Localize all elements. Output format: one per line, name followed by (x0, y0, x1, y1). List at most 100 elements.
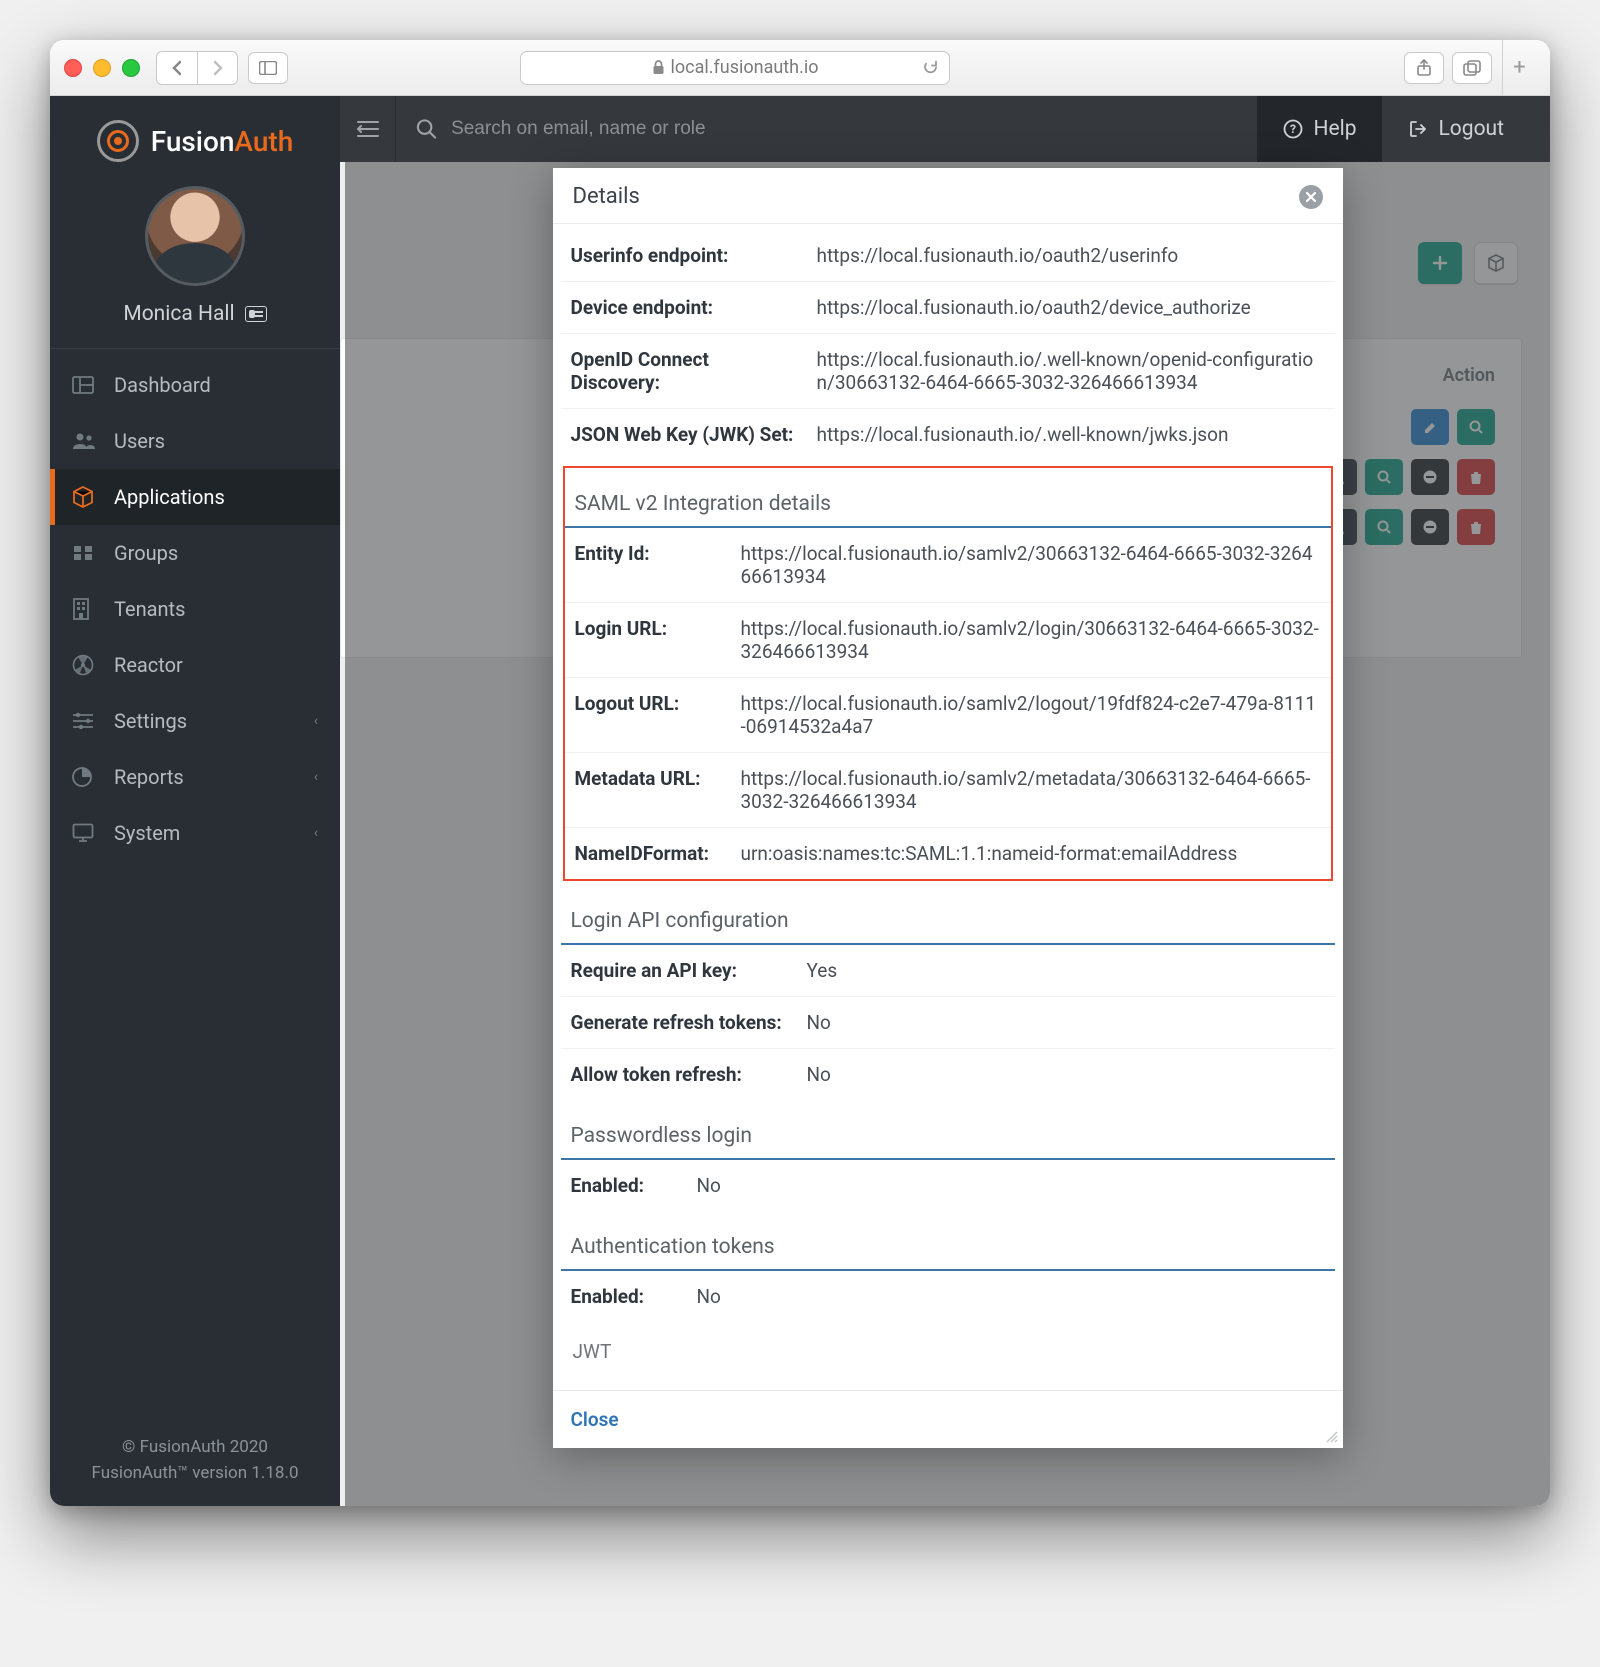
chevron-left-icon: ‹ (314, 713, 318, 729)
kv-value: https://local.fusionauth.io/.well-known/… (817, 423, 1325, 446)
refresh-button[interactable] (922, 59, 939, 76)
side-nav: DashboardUsersApplicationsGroupsTenantsR… (50, 349, 340, 1419)
sidebar-item-reports[interactable]: Reports ‹ (50, 749, 340, 805)
sidebar-item-label: System (114, 821, 180, 845)
kv-value: No (697, 1174, 1325, 1197)
kv-row: OpenID Connect Discovery:https://local.f… (561, 334, 1335, 409)
kv-row: JSON Web Key (JWK) Set: https://local.fus… (561, 409, 1335, 460)
kv-key: Generate refresh tokens: (571, 1011, 791, 1034)
kv-row: NameIDFormat:urn:oasis:names:tc:SAML:1.1… (565, 828, 1331, 879)
kv-value: https://local.fusionauth.io/samlv2/login… (741, 617, 1321, 663)
logout-button[interactable]: Logout (1382, 96, 1530, 162)
fullscreen-window-icon[interactable] (122, 59, 140, 77)
kv-value: urn:oasis:names:tc:SAML:1.1:nameid-forma… (741, 842, 1321, 865)
new-tab-button[interactable]: + (1502, 40, 1536, 96)
sidebar-item-tenants[interactable]: Tenants (50, 581, 340, 637)
browser-window: local.fusionauth.io + FusionAuth (50, 40, 1550, 1506)
avatar[interactable] (145, 186, 245, 286)
kv-row: Enabled:No (561, 1160, 1335, 1211)
kv-row: Logout URL: https://local.fusionauth.io/s… (565, 678, 1331, 753)
sidebar-item-settings[interactable]: Settings ‹ (50, 693, 340, 749)
close-modal-button[interactable] (1299, 185, 1323, 209)
kv-value: No (807, 1063, 1325, 1086)
search-box[interactable] (396, 96, 1257, 162)
sidebar-item-dashboard[interactable]: Dashboard (50, 357, 340, 413)
pie-icon (72, 767, 98, 787)
kv-value: https://local.fusionauth.io/.well-known/… (817, 348, 1325, 394)
radiation-icon (72, 654, 98, 676)
modal-footer: Close (553, 1390, 1343, 1448)
help-label: Help (1313, 117, 1356, 141)
brand-prefix: Fusion (151, 125, 235, 158)
kv-key: JSON Web Key (JWK) Set: (571, 423, 801, 446)
nav-back-forward (156, 51, 238, 85)
search-input[interactable] (451, 118, 1237, 140)
kv-row: Userinfo endpoint:https://local.fusionau… (561, 230, 1335, 282)
close-icon (1305, 191, 1317, 203)
search-icon (416, 118, 437, 140)
sidebar-toggle-button[interactable] (248, 52, 288, 84)
mac-titlebar: local.fusionauth.io + (50, 40, 1550, 96)
passwordless-section-header: Passwordless login (561, 1106, 1335, 1160)
collapse-sidebar-button[interactable] (340, 96, 396, 162)
sidebar-item-users[interactable]: Users (50, 413, 340, 469)
chevron-left-icon: ‹ (314, 769, 318, 785)
sidebar-item-label: Reports (114, 765, 184, 789)
kv-value: https://local.fusionauth.io/samlv2/metad… (741, 767, 1321, 813)
modal-body[interactable]: Userinfo endpoint: https://local.fusionau… (553, 224, 1343, 1390)
panel-icon (259, 61, 277, 75)
share-button[interactable] (1404, 52, 1444, 84)
help-button[interactable]: ? Help (1257, 96, 1382, 162)
sidebar-footer: © FusionAuth 2020 FusionAuth™ version 1.… (50, 1419, 340, 1506)
chevron-right-icon (212, 60, 224, 76)
main-area: ? Help Logout Actio (340, 96, 1550, 1506)
address-bar[interactable]: local.fusionauth.io (520, 51, 950, 85)
sidebar-item-system[interactable]: System‹ (50, 805, 340, 861)
footer-copyright: © FusionAuth 2020 (60, 1435, 330, 1461)
sliders-icon (72, 712, 98, 730)
jwt-section-header: JWT (561, 1322, 1335, 1363)
sidebar-item-groups[interactable]: Groups (50, 525, 340, 581)
login-api-section-header: Login API configuration (561, 891, 1335, 945)
kv-value: Yes (807, 959, 1325, 982)
cube-icon (72, 486, 98, 508)
refresh-icon (922, 59, 939, 76)
id-card-icon (245, 306, 267, 322)
svg-text:?: ? (1290, 122, 1296, 136)
kv-value: https://local.fusionauth.io/samlv2/logou… (741, 692, 1321, 738)
modal-overlay[interactable]: Details Userinfo endpoint: https://local.… (345, 162, 1550, 1506)
sidebar-item-applications[interactable]: Applications (50, 469, 340, 525)
kv-row: Metadata URL: https://local.fusionauth.io… (565, 753, 1331, 828)
kv-row: Device endpoint:https://local.fusionauth… (561, 282, 1335, 334)
kv-key: Userinfo endpoint: (571, 244, 801, 267)
kv-row: Allow token refresh:No (561, 1049, 1335, 1100)
kv-row: Enabled:No (561, 1271, 1335, 1322)
kv-key: Login URL: (575, 617, 725, 663)
minimize-window-icon[interactable] (93, 59, 111, 77)
brand-name: FusionAuth (151, 125, 294, 158)
kv-key: Require an API key: (571, 959, 791, 982)
share-icon (1416, 59, 1432, 77)
kv-key: Entity Id: (575, 542, 725, 588)
traffic-lights (64, 59, 140, 77)
kv-key: Logout URL: (575, 692, 725, 738)
tabs-button[interactable] (1452, 52, 1492, 84)
close-window-icon[interactable] (64, 59, 82, 77)
dashboard-icon (72, 376, 98, 394)
kv-row: Generate refresh tokens:No (561, 997, 1335, 1049)
sidebar-item-label: Settings (114, 709, 187, 733)
forward-button[interactable] (197, 52, 237, 84)
kv-key: Device endpoint: (571, 296, 801, 319)
auth-tokens-section-header: Authentication tokens (561, 1217, 1335, 1271)
saml-section-header: SAML v2 Integration details (565, 474, 1331, 528)
url-text: local.fusionauth.io (671, 57, 819, 78)
resize-handle-icon[interactable] (1325, 1430, 1339, 1444)
close-link[interactable]: Close (571, 1408, 619, 1431)
kv-key: Metadata URL: (575, 767, 725, 813)
username-row[interactable]: Monica Hall (123, 302, 266, 326)
kv-value: No (697, 1285, 1325, 1308)
modal-title: Details (573, 184, 640, 209)
footer-version: FusionAuth™ version 1.18.0 (60, 1461, 330, 1487)
back-button[interactable] (157, 52, 197, 84)
sidebar-item-reactor[interactable]: Reactor (50, 637, 340, 693)
